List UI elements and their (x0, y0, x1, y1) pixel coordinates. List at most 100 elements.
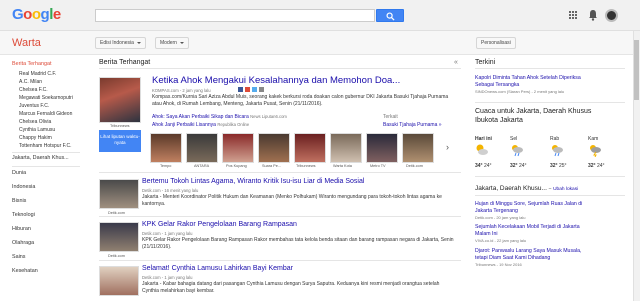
sidebar-item-top-stories[interactable]: Berita Terhangat (12, 61, 51, 67)
local-headline[interactable]: Djarot: Panwaslu Larang Saya Masuk Musal… (475, 248, 595, 261)
divider (475, 195, 625, 196)
thumbnail-source: Detik.com (108, 254, 125, 258)
related-article[interactable]: Ahok: Saya Akan Perbaiki Sikap dan Bicar… (152, 114, 287, 120)
live-coverage-button[interactable]: Lihat liputan waktu-nyata (99, 130, 141, 152)
related-article[interactable]: Ahok Janji Perbaiki Lisannya Republika O… (152, 122, 249, 128)
brand-title[interactable]: Warta (12, 37, 41, 49)
photo-source: Detik.com (406, 164, 423, 168)
photo-thumbnail[interactable] (330, 133, 362, 163)
divider (99, 260, 461, 261)
divider (12, 152, 80, 153)
story-title[interactable]: Bertemu Tokoh Lintas Agama, Wiranto Krit… (142, 178, 364, 185)
sidebar-subitem[interactable]: Juventus F.C. (19, 103, 49, 109)
facebook-icon[interactable] (238, 87, 243, 92)
story-thumbnail[interactable] (99, 77, 141, 123)
weather-day: Kam (588, 136, 599, 142)
story-source: Detik.com - 1 jam yang lalu (142, 275, 193, 280)
weather-day: Sel (510, 136, 518, 142)
sidebar-item-local[interactable]: Jakarta, Daerah Khus... (12, 155, 69, 161)
google-logo[interactable]: Google (12, 6, 61, 23)
sidebar-subitem[interactable]: Chappy Hakim (19, 135, 52, 141)
sidebar-subitem[interactable]: Real Madrid C.F. (19, 71, 56, 77)
story-source: Detik.com - 16 menit yang lalu (142, 188, 199, 193)
story-snippet: Jakarta - Menteri Koordinator Politik Hu… (142, 194, 442, 207)
notifications-icon[interactable] (588, 9, 598, 21)
divider (475, 176, 625, 177)
sidebar-item-world[interactable]: Dunia (12, 170, 26, 176)
related-source: News Liputan6.com (250, 114, 287, 119)
story-thumbnail[interactable] (99, 266, 139, 296)
twitter-icon[interactable] (252, 87, 257, 92)
local-section-title: Jakarta, Daerah Khusu... (475, 185, 547, 192)
avatar[interactable] (605, 9, 618, 22)
top-story-title[interactable]: Ketika Ahok Mengakui Kesalahannya dan Me… (152, 75, 400, 86)
sidebar-item-business[interactable]: Bisnis (12, 198, 26, 204)
search-input[interactable] (95, 9, 375, 22)
divider (99, 216, 461, 217)
logo-letter: o (31, 6, 41, 23)
story-title[interactable]: KPK Gelar Rakor Pengelolaan Barang Rampa… (142, 221, 297, 228)
sidebar-subitem[interactable]: Tottenham Hotspur F.C. (19, 143, 72, 149)
weather-temp: 32° 24° (588, 163, 605, 169)
latest-section-title: Terkini (475, 59, 496, 66)
photo-thumbnail[interactable] (258, 133, 290, 163)
photo-source: ANTARA (194, 164, 210, 168)
chevron-down-icon (179, 41, 184, 44)
local-source: Detik.com - 20 jam yang lalu (475, 215, 526, 220)
sidebar-subitem[interactable]: Chelsea Olivia (19, 119, 51, 125)
related-title: Ahok: Saya Akan Perbaiki Sikap dan Bicar… (152, 114, 249, 120)
storm-icon (588, 143, 602, 158)
scrollbar-thumb[interactable] (634, 40, 639, 100)
photo-thumbnail[interactable] (366, 133, 398, 163)
latest-headline[interactable]: Kapolri Diminta Tahan Ahok Setelah Diper… (475, 75, 595, 88)
sidebar-item-sports[interactable]: Olahraga (12, 240, 34, 246)
sidebar-subitem[interactable]: A.C. Milan (19, 79, 42, 85)
collapse-icon[interactable]: « (454, 59, 458, 66)
logo-letter: G (12, 6, 24, 23)
sidebar-item-science[interactable]: Sains (12, 254, 26, 260)
story-snippet: KPK Gelar Rakor Pengelolaan Barang Rampa… (142, 237, 454, 250)
related-label: Terkait (383, 114, 398, 120)
live-coverage-label: Lihat liputan waktu-nyata (100, 134, 140, 145)
personalize-button[interactable]: Personalisasi (476, 37, 516, 49)
sidebar-subitem[interactable]: Megawati Soekarnoputri (19, 95, 73, 101)
sidebar-subitem[interactable]: Chelsea F.C. (19, 87, 48, 93)
temp-high: 32° (550, 163, 558, 169)
view-dropdown[interactable]: Modern (155, 37, 189, 49)
sidebar-subitem[interactable]: Cynthia Lamusu (19, 127, 55, 133)
sidebar-item-entertainment[interactable]: Hiburan (12, 226, 31, 232)
photo-thumbnail[interactable] (402, 133, 434, 163)
weather-day: Hari ini (475, 136, 492, 142)
story-thumbnail[interactable] (99, 179, 139, 209)
change-location-link[interactable]: Ubah lokasi (553, 187, 578, 192)
photo-thumbnail[interactable] (150, 133, 182, 163)
sidebar-item-health[interactable]: Kesehatan (12, 268, 38, 274)
sidebar-subitem[interactable]: Marcus Fernaldi Gideon (19, 111, 72, 117)
search-icon (386, 12, 395, 21)
photo-source: Metro TV (370, 164, 386, 168)
story-snippet: Jakarta - Kabar bahagia datang dari pasa… (142, 281, 440, 294)
topic-link[interactable]: Basuki Tjahaja Purnama » (383, 122, 442, 128)
sidebar-item-technology[interactable]: Teknologi (12, 212, 35, 218)
weather-temp: 32° 25° (550, 163, 567, 169)
logo-letter: g (40, 6, 50, 23)
divider (475, 68, 625, 69)
edition-dropdown[interactable]: Edisi Indonesia (95, 37, 146, 49)
chevron-right-icon[interactable]: › (446, 142, 456, 154)
google-plus-icon[interactable] (245, 87, 250, 92)
weather-temp: 32° 24° (510, 163, 527, 169)
apps-grid-icon[interactable] (569, 11, 577, 19)
story-thumbnail[interactable] (99, 222, 139, 252)
photo-thumbnail[interactable] (222, 133, 254, 163)
email-icon[interactable] (259, 87, 264, 92)
sidebar-item-indonesia[interactable]: Indonesia (12, 184, 35, 190)
local-headline[interactable]: Sejumlah Kecelakaan Mobil Terjadi di Jak… (475, 224, 585, 237)
local-source: VIVA.co.id - 22 jam yang lalu (475, 238, 527, 243)
weather-day: Rab (550, 136, 560, 142)
photo-thumbnail[interactable] (186, 133, 218, 163)
top-bar: Google (0, 0, 640, 31)
photo-thumbnail[interactable] (294, 133, 326, 163)
local-headline[interactable]: Hujan di Minggu Sore, Sejumlah Ruas Jala… (475, 201, 590, 214)
story-title[interactable]: Selamat! Cynthia Lamusu Lahirkan Bayi Ke… (142, 265, 293, 272)
search-button[interactable] (376, 9, 404, 22)
